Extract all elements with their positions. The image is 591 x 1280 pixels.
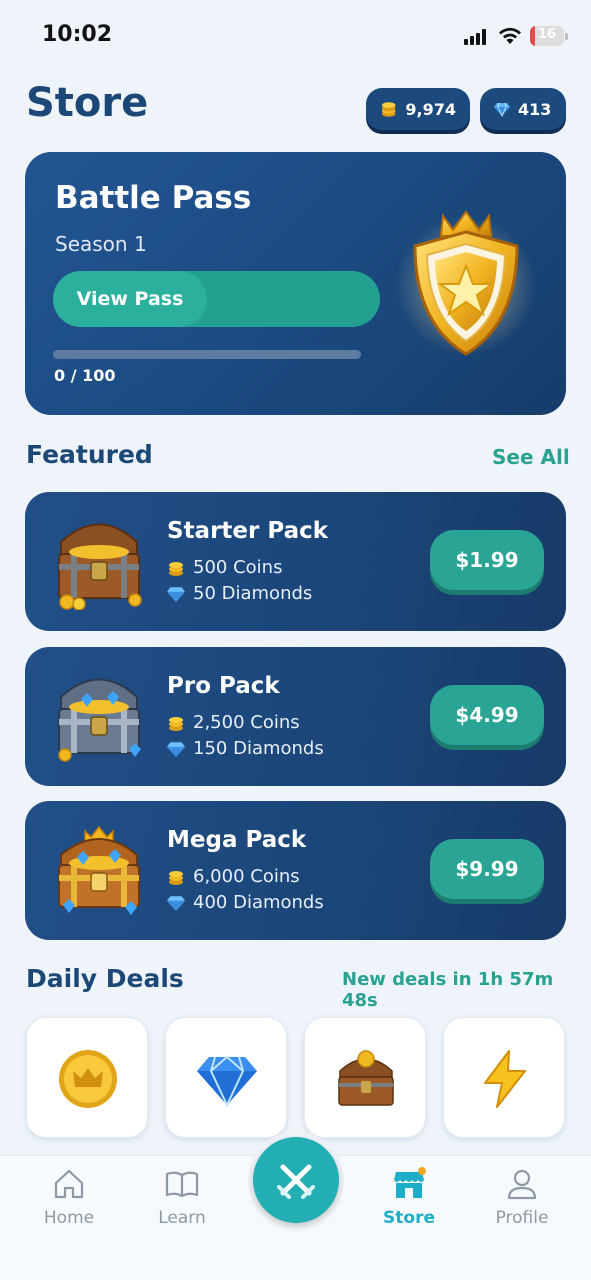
- diamonds-balance[interactable]: 413: [480, 88, 566, 130]
- diamond-icon: [197, 1055, 257, 1108]
- crossed-swords-icon: [277, 1164, 315, 1199]
- deal-card-coins[interactable]: [26, 1017, 148, 1138]
- profile-icon: [507, 1169, 537, 1200]
- deal-card-diamonds[interactable]: [165, 1017, 287, 1138]
- pack-diamonds: 150 Diamonds: [193, 738, 324, 759]
- pack-card-mega[interactable]: Mega Pack 6,000 Coins 400 Diamonds $9.99: [25, 801, 566, 940]
- diamonds-balance-value: 413: [518, 99, 552, 119]
- pack-diamonds-line: 150 Diamonds: [167, 738, 324, 759]
- pack-diamonds: 50 Diamonds: [193, 583, 313, 604]
- status-bar: 10:02 16: [0, 0, 591, 70]
- page-title: Store: [26, 80, 149, 126]
- nav-learn[interactable]: Learn: [137, 1166, 227, 1228]
- coins-balance[interactable]: 9,974: [366, 88, 470, 130]
- battle-pass-season: Season 1: [55, 232, 147, 256]
- deal-card-chest[interactable]: [304, 1017, 426, 1138]
- nav-home[interactable]: Home: [24, 1166, 114, 1228]
- pack-coins-line: 2,500 Coins: [167, 712, 300, 733]
- buy-button[interactable]: $4.99: [430, 685, 544, 745]
- pack-name: Starter Pack: [167, 518, 329, 544]
- nav-profile[interactable]: Profile: [477, 1166, 567, 1228]
- pack-diamonds-line: 50 Diamonds: [167, 583, 312, 604]
- view-pass-button[interactable]: View Pass: [53, 271, 207, 327]
- nav-home-label: Home: [43, 1208, 95, 1228]
- steel-chest-icon: [58, 678, 141, 762]
- lightning-icon: [484, 1050, 526, 1108]
- pack-name: Pro Pack: [167, 673, 280, 699]
- pack-coins: 500 Coins: [193, 557, 283, 578]
- battle-pass-title: Battle Pass: [55, 180, 252, 216]
- battle-pass-progress-text: 0 / 100: [54, 366, 116, 385]
- coin-stack-icon: [169, 716, 183, 731]
- battery-level-text: 16: [537, 27, 557, 42]
- coin-stack-icon: [381, 102, 396, 117]
- diamond-icon: [167, 586, 185, 602]
- coin-icon: [59, 1050, 117, 1108]
- pack-coins-line: 500 Coins: [167, 557, 282, 578]
- coin-stack-icon: [169, 870, 183, 885]
- coins-balance-value: 9,974: [405, 99, 456, 119]
- diamond-icon: [167, 741, 185, 757]
- battle-button[interactable]: [248, 1132, 344, 1228]
- pack-diamonds: 400 Diamonds: [193, 892, 324, 913]
- nav-store-label: Store: [383, 1208, 435, 1228]
- battle-pass-progress-bar: [53, 350, 361, 359]
- pack-coins: 6,000 Coins: [193, 866, 300, 887]
- featured-heading: Featured: [26, 440, 153, 469]
- shield-star-icon: [397, 210, 535, 356]
- pack-name: Mega Pack: [167, 827, 307, 853]
- pack-card-starter[interactable]: Starter Pack 500 Coins 50 Diamonds $1.99: [25, 492, 566, 631]
- golden-chest-icon: [58, 825, 140, 915]
- deal-card-boost[interactable]: [443, 1017, 565, 1138]
- buy-button[interactable]: $9.99: [430, 839, 544, 899]
- pack-diamonds-line: 400 Diamonds: [167, 892, 324, 913]
- wooden-chest-icon: [58, 523, 142, 610]
- buy-button[interactable]: $1.99: [430, 530, 544, 590]
- pack-coins-line: 6,000 Coins: [167, 866, 300, 887]
- nav-learn-label: Learn: [158, 1208, 206, 1228]
- store-icon: [394, 1167, 426, 1198]
- diamond-icon: [167, 895, 185, 911]
- wifi-icon: [499, 27, 521, 44]
- chest-icon: [338, 1050, 394, 1106]
- coin-stack-icon: [169, 561, 183, 576]
- cellular-signal-icon: [464, 29, 486, 45]
- home-icon: [54, 1169, 84, 1199]
- deals-timer: New deals in 1h 57m 48s: [342, 969, 554, 1011]
- diamond-icon: [494, 102, 510, 117]
- book-icon: [165, 1171, 199, 1198]
- nav-store[interactable]: Store: [364, 1166, 454, 1228]
- see-all-link[interactable]: See All: [492, 445, 570, 469]
- daily-deals-heading: Daily Deals: [26, 964, 184, 993]
- pack-card-pro[interactable]: Pro Pack 2,500 Coins 150 Diamonds $4.99: [25, 647, 566, 786]
- pack-coins: 2,500 Coins: [193, 712, 300, 733]
- nav-profile-label: Profile: [495, 1208, 549, 1228]
- battery-indicator: 16: [530, 26, 568, 46]
- battle-pass-card[interactable]: Battle Pass Season 1 View Pass 0 / 100: [25, 152, 566, 415]
- status-time: 10:02: [42, 22, 113, 47]
